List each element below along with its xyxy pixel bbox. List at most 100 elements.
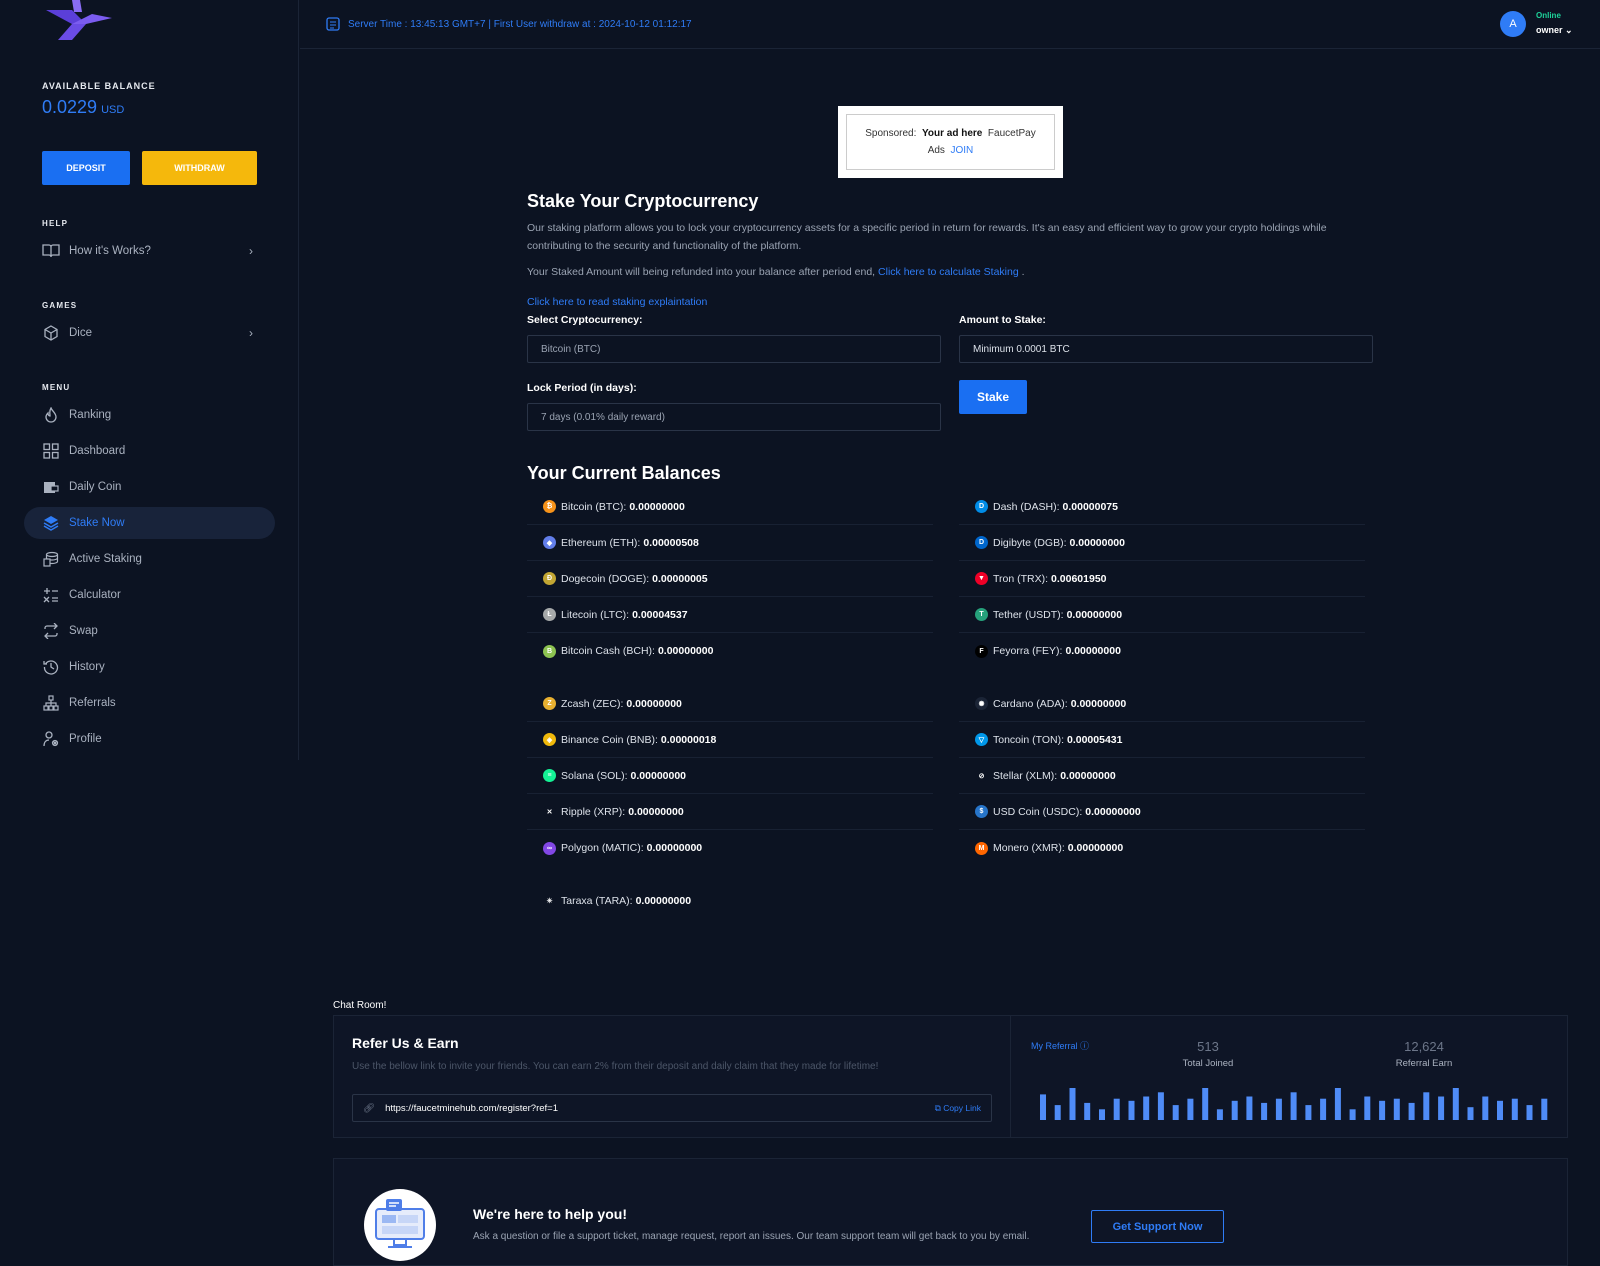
sidebar-item-active-staking[interactable]: Active Staking — [24, 543, 275, 575]
coin-icon: M — [975, 841, 988, 855]
coin-icon: Ł — [543, 608, 556, 621]
coin-name: Tether (USDT): — [993, 608, 1064, 621]
sidebar-item-stake-now[interactable]: Stake Now — [24, 507, 275, 539]
get-support-button[interactable]: Get Support Now — [1091, 1210, 1224, 1243]
referral-bar — [1452, 1088, 1459, 1120]
user-status: Online — [1536, 11, 1561, 20]
help-section-label: HELP — [42, 219, 69, 228]
balance-row: ₿ Bitcoin (BTC): 0.00000000 — [527, 489, 933, 525]
referral-bar — [1202, 1088, 1209, 1120]
chat-room-label[interactable]: Chat Room! — [333, 1000, 386, 1011]
flame-icon — [42, 406, 60, 424]
referral-bar — [1438, 1096, 1445, 1120]
referral-bar — [1379, 1100, 1386, 1120]
referral-bar — [1143, 1096, 1150, 1120]
referral-link-field[interactable]: 🔗︎ https://faucetminehub.com/register?re… — [352, 1094, 992, 1122]
sidebar-item-how-it-works[interactable]: How it's Works? › — [24, 235, 275, 267]
coin-amount: 0.00005431 — [1067, 733, 1123, 746]
crypto-select[interactable]: Bitcoin (BTC) — [527, 335, 941, 363]
balance-row: ⊘ Stellar (XLM): 0.00000000 — [959, 758, 1365, 794]
sidebar-item-daily-coin[interactable]: Daily Coin — [24, 471, 275, 503]
ad-join-link[interactable]: JOIN — [951, 145, 974, 156]
referral-bar — [1069, 1088, 1076, 1120]
server-time-text: Server Time : 13:45:13 GMT+7 | First Use… — [348, 18, 692, 30]
referral-bar — [1408, 1102, 1415, 1120]
coin-amount: 0.00000018 — [660, 733, 717, 746]
sidebar-item-ranking[interactable]: Ranking — [24, 399, 275, 431]
calculate-staking-link[interactable]: Click here to calculate Staking — [878, 266, 1019, 278]
coin-amount: 0.00000000 — [1085, 805, 1141, 818]
ad-content: Sponsored: Your ad here FaucetPay Ads JO… — [846, 114, 1055, 170]
balance-row: ◈ Binance Coin (BNB): 0.00000018 — [527, 722, 933, 758]
referral-bar — [1113, 1098, 1120, 1120]
amount-input[interactable]: Minimum 0.0001 BTC — [959, 335, 1373, 363]
chevron-right-icon: › — [249, 326, 253, 340]
coin-name: Bitcoin Cash (BCH): — [561, 645, 655, 657]
staking-explanation-link[interactable]: Click here to read staking explaintation — [527, 296, 707, 308]
balance-row: ▽ Toncoin (TON): 0.00005431 — [959, 722, 1365, 758]
referral-bar — [1275, 1098, 1282, 1120]
support-description: Ask a question or file a support ticket,… — [473, 1231, 1030, 1242]
coin-icon: ∞ — [543, 841, 556, 855]
sidebar-item-history[interactable]: History — [24, 651, 275, 683]
sidebar-item-label: Active Staking — [69, 553, 142, 565]
coin-icon: T — [975, 608, 988, 621]
coin-name: Stellar (XLM): — [993, 769, 1058, 782]
balance-label: AVAILABLE BALANCE — [42, 81, 156, 91]
coin-icon: ₿ — [543, 500, 556, 513]
coin-amount: 0.00000000 — [1070, 697, 1127, 710]
referral-link: https://faucetminehub.com/register?ref=1 — [385, 1102, 559, 1114]
stake-button[interactable]: Stake — [959, 380, 1027, 414]
refund-text: Your Staked Amount will being refunded i… — [527, 266, 876, 278]
site-logo[interactable] — [42, 0, 112, 48]
coin-amount: 0.00601950 — [1051, 572, 1107, 585]
coin-amount: 0.00000000 — [630, 769, 687, 782]
top-bar: Server Time : 13:45:13 GMT+7 | First Use… — [300, 0, 1600, 49]
sidebar-item-label: Calculator — [69, 589, 121, 601]
sidebar-item-referrals[interactable]: Referrals — [24, 687, 275, 719]
sidebar-item-label: How it's Works? — [69, 245, 151, 257]
coin-name: Polygon (MATIC): — [561, 842, 644, 854]
coins-icon — [42, 550, 60, 568]
balance-row: B Bitcoin Cash (BCH): 0.00000000 — [527, 633, 933, 669]
coin-amount: 0.00000005 — [652, 572, 708, 585]
deposit-button[interactable]: DEPOSIT — [42, 151, 130, 185]
sidebar-item-profile[interactable]: Profile — [24, 723, 275, 755]
sidebar-item-label: Swap — [69, 625, 98, 637]
avatar[interactable]: A — [1500, 11, 1526, 37]
referral-earn-label: Referral Earn — [1395, 1058, 1453, 1069]
balances-title: Your Current Balances — [527, 463, 721, 483]
coin-amount: 0.00000075 — [1062, 500, 1118, 513]
coin-icon: ✳ — [543, 894, 556, 908]
sidebar-item-dashboard[interactable]: Dashboard — [24, 435, 275, 467]
coin-amount: 0.00000000 — [628, 805, 684, 818]
referral-bar — [1246, 1096, 1253, 1120]
sidebar-item-swap[interactable]: Swap — [24, 615, 275, 647]
user-menu[interactable]: owner ⌄ — [1536, 25, 1573, 36]
coin-name: Monero (XMR): — [993, 842, 1065, 854]
sponsored-ad[interactable]: Sponsored: Your ad here FaucetPay Ads JO… — [838, 106, 1063, 178]
ad-sponsored: Sponsored: — [865, 128, 917, 139]
layers-icon — [42, 514, 60, 532]
copy-link-button[interactable]: ⧉ Copy Link — [935, 1103, 981, 1114]
sidebar-item-dice[interactable]: Dice › — [24, 317, 275, 349]
lock-period-select[interactable]: 7 days (0.01% daily reward) — [527, 403, 941, 431]
sidebar-item-calculator[interactable]: Calculator — [24, 579, 275, 611]
copy-link-label: Copy Link — [943, 1102, 981, 1113]
referral-bar — [1364, 1096, 1371, 1120]
balance-row: ✕ Ripple (XRP): 0.00000000 — [527, 794, 933, 830]
referral-bar — [1305, 1105, 1312, 1120]
coin-name: Taraxa (TARA): — [561, 895, 633, 907]
coin-icon: Ð — [543, 572, 556, 585]
coin-amount: 0.00000000 — [635, 895, 692, 907]
calendar-icon — [326, 17, 340, 31]
referral-earn-value: 12,624 — [1404, 1039, 1444, 1054]
games-section-label: GAMES — [42, 301, 78, 310]
coin-name: USD Coin (USDC): — [993, 805, 1083, 818]
coin-icon: ≡ — [543, 769, 556, 782]
withdraw-button[interactable]: WITHDRAW — [142, 151, 257, 185]
my-referral-text: My Referral — [1031, 1041, 1078, 1051]
referral-bar — [1511, 1098, 1518, 1120]
referral-bar — [1467, 1107, 1474, 1120]
balance-row: D Dash (DASH): 0.00000075 — [959, 489, 1365, 525]
